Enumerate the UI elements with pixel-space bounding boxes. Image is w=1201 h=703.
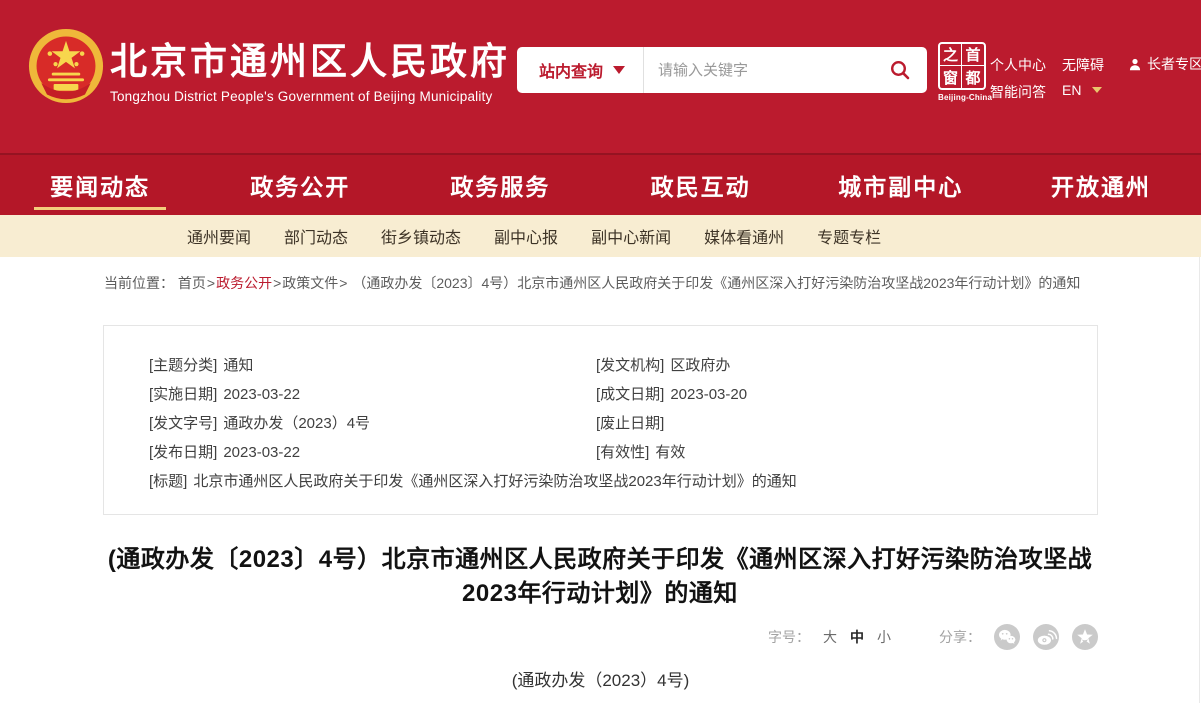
meta-row-title: [标题] 北京市通州区人民政府关于印发《通州区深入打好污染防治攻坚战2023年行动… — [149, 472, 1097, 501]
meta-row: [实施日期] 2023-03-22 [成文日期] 2023-03-20 — [149, 385, 1097, 414]
content-right-divider — [1199, 257, 1200, 703]
link-smart-qa[interactable]: 智能问答 — [990, 82, 1046, 102]
subnav-item-township-updates[interactable]: 街乡镇动态 — [381, 224, 461, 248]
meta-value: 2023-03-20 — [670, 386, 747, 403]
nav-label: 政民互动 — [651, 168, 751, 202]
weibo-share-icon[interactable] — [1033, 624, 1059, 650]
breadcrumb-gov-affairs[interactable]: 政务公开 — [216, 275, 272, 291]
document-meta-box: [主题分类] 通知 [发文机构] 区政府办 [实施日期] 2023-03-22 [成文… — [103, 325, 1098, 515]
logo-char: 之 — [940, 44, 962, 66]
search-icon — [889, 59, 911, 81]
breadcrumb-current: （通政办发〔2023〕4号）北京市通州区人民政府关于印发《通州区深入打好污染防治… — [352, 275, 1080, 291]
capital-window-caption: Beijing-China — [938, 93, 988, 102]
meta-value: 通知 — [223, 357, 253, 374]
breadcrumb-policy-files[interactable]: 政策文件 — [282, 275, 338, 291]
meta-label: [实施日期] — [149, 386, 217, 403]
subnav-item-special-topics[interactable]: 专题专栏 — [817, 224, 881, 248]
secondary-navigation: 通州要闻 部门动态 街乡镇动态 副中心报 副中心新闻 媒体看通州 专题专栏 — [0, 215, 1201, 257]
search-scope-label: 站内查询 — [539, 58, 603, 82]
nav-item-subcenter[interactable]: 城市副中心 — [801, 155, 1001, 215]
nav-label: 城市副中心 — [838, 168, 963, 202]
link-elderly-zone[interactable]: 长者专区 — [1128, 54, 1201, 74]
wechat-share-icon[interactable] — [994, 624, 1020, 650]
chevron-down-icon — [1092, 87, 1102, 93]
nav-item-news[interactable]: 要闻动态 — [0, 155, 200, 215]
capital-window-grid: 之 首 窗 都 — [938, 42, 986, 90]
meta-label: [标题] — [149, 473, 187, 490]
article-title: (通政办发〔2023〕4号）北京市通州区人民政府关于印发《通州区深入打好污染防治… — [95, 543, 1105, 611]
article-controls: 字号： 大 中 小 分享： — [768, 622, 1098, 652]
meta-value: 区政府办 — [670, 357, 730, 374]
font-size-label: 字号： — [768, 627, 810, 647]
subnav-item-dept-updates[interactable]: 部门动态 — [284, 224, 348, 248]
nav-item-open-tongzhou[interactable]: 开放通州 — [1001, 155, 1201, 215]
nav-label: 要闻动态 — [50, 168, 150, 202]
breadcrumb-separator: > — [207, 275, 215, 291]
chevron-down-icon — [613, 66, 625, 74]
nav-label: 政务公开 — [250, 168, 350, 202]
meta-value: 2023-03-22 — [223, 444, 300, 461]
breadcrumb-prefix: 当前位置： — [104, 275, 174, 291]
font-size-medium[interactable]: 中 — [850, 627, 864, 647]
breadcrumb-separator: > — [273, 275, 281, 291]
qzone-share-icon[interactable] — [1072, 624, 1098, 650]
share-label: 分享： — [939, 627, 981, 647]
breadcrumb-separator: > — [339, 275, 347, 291]
link-personal-center[interactable]: 个人中心 — [990, 55, 1046, 75]
meta-label: [主题分类] — [149, 357, 217, 374]
link-accessibility[interactable]: 无障碍 — [1062, 55, 1104, 75]
logo-char: 首 — [962, 44, 984, 66]
breadcrumb: 当前位置： 首页>政务公开>政策文件> （通政办发〔2023〕4号）北京市通州区… — [0, 257, 1201, 293]
subnav-item-media-view[interactable]: 媒体看通州 — [704, 224, 784, 248]
meta-row: [发布日期] 2023-03-22 [有效性] 有效 — [149, 443, 1097, 472]
logo-char: 窗 — [940, 66, 962, 88]
link-label: 个人中心 — [990, 55, 1046, 75]
subnav-item-subcenter-news[interactable]: 副中心新闻 — [591, 224, 671, 248]
subnav-item-tongzhou-news[interactable]: 通州要闻 — [187, 224, 251, 248]
meta-value: 有效 — [655, 444, 685, 461]
nav-item-gov-affairs[interactable]: 政务公开 — [200, 155, 400, 215]
search-input[interactable] — [644, 62, 885, 79]
meta-label: [有效性] — [596, 444, 649, 461]
meta-label: [废止日期] — [596, 415, 664, 432]
meta-value: 2023-03-22 — [223, 386, 300, 403]
language-switcher[interactable]: EN — [1062, 82, 1102, 98]
meta-label: [发布日期] — [149, 444, 217, 461]
search-scope-dropdown[interactable]: 站内查询 — [517, 58, 643, 82]
subnav-item-subcenter-paper[interactable]: 副中心报 — [494, 224, 558, 248]
link-label: EN — [1062, 82, 1081, 98]
meta-value: 通政办发（2023）4号 — [223, 415, 370, 432]
nav-label: 政务服务 — [450, 168, 550, 202]
site-subtitle: Tongzhou District People's Government of… — [110, 89, 510, 104]
meta-value: 北京市通州区人民政府关于印发《通州区深入打好污染防治攻坚战2023年行动计划》的… — [193, 473, 796, 490]
document-number: (通政办发（2023）4号) — [0, 666, 1201, 691]
search-button[interactable] — [885, 59, 927, 81]
breadcrumb-home[interactable]: 首页 — [178, 275, 206, 291]
capital-window-logo[interactable]: 之 首 窗 都 Beijing-China — [938, 42, 988, 102]
nav-item-interaction[interactable]: 政民互动 — [601, 155, 801, 215]
link-label: 智能问答 — [990, 82, 1046, 102]
font-size-small[interactable]: 小 — [877, 627, 891, 647]
site-header: 北京市通州区人民政府 Tongzhou District People's Go… — [0, 0, 1201, 153]
main-navigation: 要闻动态 政务公开 政务服务 政民互动 城市副中心 开放通州 — [0, 153, 1201, 215]
nav-label: 开放通州 — [1051, 168, 1151, 202]
meta-row: [发文字号] 通政办发（2023）4号 [废止日期] — [149, 414, 1097, 443]
logo-char: 都 — [962, 66, 984, 88]
meta-row: [主题分类] 通知 [发文机构] 区政府办 — [149, 356, 1097, 385]
link-label: 无障碍 — [1062, 55, 1104, 75]
nav-item-services[interactable]: 政务服务 — [400, 155, 600, 215]
site-title: 北京市通州区人民政府 — [110, 40, 510, 84]
person-icon — [1128, 57, 1142, 72]
site-search: 站内查询 — [517, 47, 927, 93]
meta-label: [发文机构] — [596, 357, 664, 374]
site-branding: 北京市通州区人民政府 Tongzhou District People's Go… — [110, 40, 510, 104]
meta-label: [发文字号] — [149, 415, 217, 432]
meta-label: [成文日期] — [596, 386, 664, 403]
font-size-large[interactable]: 大 — [823, 627, 837, 647]
national-emblem-logo — [28, 28, 104, 104]
link-label: 长者专区 — [1147, 54, 1201, 74]
